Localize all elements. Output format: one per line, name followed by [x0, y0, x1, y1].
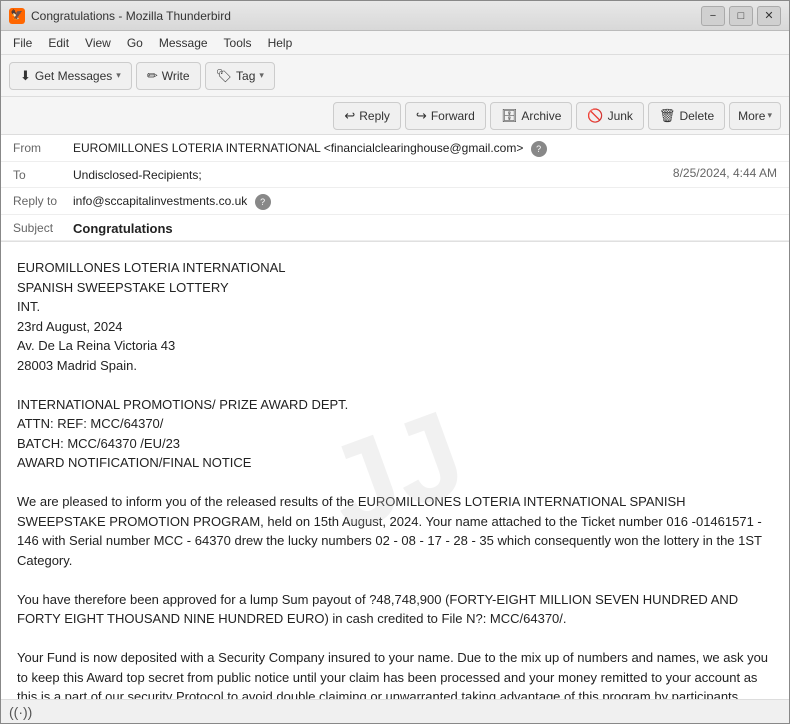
to-label: To: [13, 166, 73, 182]
menu-tools[interactable]: Tools: [216, 34, 260, 52]
security-icon-from[interactable]: ?: [531, 141, 547, 157]
archive-icon: 🗄: [501, 108, 518, 124]
app-icon: 🦅: [9, 8, 25, 24]
reply-to-row: Reply to info@sccapitalinvestments.co.uk…: [1, 188, 789, 215]
write-button[interactable]: ✏ Write: [136, 62, 201, 90]
security-icon-replyto[interactable]: ?: [255, 194, 271, 210]
reply-to-address: info@sccapitalinvestments.co.uk: [73, 194, 247, 208]
from-address: EUROMILLONES LOTERIA INTERNATIONAL <fina…: [73, 141, 523, 155]
tag-icon: 🏷: [216, 68, 233, 84]
titlebar: 🦅 Congratulations - Mozilla Thunderbird …: [1, 1, 789, 31]
forward-label: Forward: [431, 109, 475, 123]
connection-status-icon: ((·)): [9, 704, 32, 720]
from-value: EUROMILLONES LOTERIA INTERNATIONAL <fina…: [73, 139, 777, 157]
tag-label: Tag: [236, 69, 255, 83]
delete-label: Delete: [679, 109, 714, 123]
email-body: JJ EUROMILLONES LOTERIA INTERNATIONAL SP…: [1, 242, 789, 699]
junk-label: Junk: [608, 109, 633, 123]
menu-help[interactable]: Help: [260, 34, 301, 52]
from-row: From EUROMILLONES LOTERIA INTERNATIONAL …: [1, 135, 789, 162]
get-messages-icon: ⬇: [20, 68, 31, 84]
subject-value: Congratulations: [73, 219, 777, 236]
close-button[interactable]: ✕: [757, 6, 781, 26]
get-messages-dropdown-icon: ▾: [116, 70, 121, 81]
window-controls: − □ ✕: [701, 6, 781, 26]
to-value: Undisclosed-Recipients;: [73, 166, 673, 182]
menu-message[interactable]: Message: [151, 34, 216, 52]
reply-icon: ↩: [344, 108, 355, 124]
write-icon: ✏: [147, 68, 158, 84]
to-row: To Undisclosed-Recipients; 8/25/2024, 4:…: [1, 162, 789, 188]
get-messages-label: Get Messages: [35, 69, 112, 83]
tag-button[interactable]: 🏷 Tag ▾: [205, 62, 275, 90]
junk-icon: 🚫: [587, 108, 603, 124]
reply-to-label: Reply to: [13, 192, 73, 208]
window-title: Congratulations - Mozilla Thunderbird: [31, 9, 701, 23]
forward-icon: ↪: [416, 108, 427, 124]
email-body-text: EUROMILLONES LOTERIA INTERNATIONAL SPANI…: [17, 258, 773, 699]
write-label: Write: [162, 69, 190, 83]
more-button[interactable]: More ▾: [729, 102, 781, 130]
menu-file[interactable]: File: [5, 34, 40, 52]
get-messages-button[interactable]: ⬇ Get Messages ▾: [9, 62, 132, 90]
archive-label: Archive: [521, 109, 561, 123]
maximize-button[interactable]: □: [729, 6, 753, 26]
more-dropdown-icon: ▾: [767, 110, 772, 121]
minimize-button[interactable]: −: [701, 6, 725, 26]
reply-to-value: info@sccapitalinvestments.co.uk ?: [73, 192, 777, 210]
archive-button[interactable]: 🗄 Archive: [490, 102, 573, 130]
more-label: More: [738, 109, 765, 123]
menu-edit[interactable]: Edit: [40, 34, 77, 52]
menu-go[interactable]: Go: [119, 34, 151, 52]
delete-icon: 🗑: [659, 108, 676, 124]
delete-button[interactable]: 🗑 Delete: [648, 102, 725, 130]
forward-button[interactable]: ↪ Forward: [405, 102, 486, 130]
subject-label: Subject: [13, 219, 73, 235]
toolbar: ⬇ Get Messages ▾ ✏ Write 🏷 Tag ▾: [1, 55, 789, 97]
statusbar: ((·)): [1, 699, 789, 723]
reply-button[interactable]: ↩ Reply: [333, 102, 401, 130]
email-date: 8/25/2024, 4:44 AM: [673, 166, 777, 180]
reply-label: Reply: [359, 109, 390, 123]
tag-dropdown-icon: ▾: [259, 70, 264, 81]
junk-button[interactable]: 🚫 Junk: [576, 102, 644, 130]
action-bar: ↩ Reply ↪ Forward 🗄 Archive 🚫 Junk 🗑 Del…: [1, 97, 789, 135]
email-header: From EUROMILLONES LOTERIA INTERNATIONAL …: [1, 135, 789, 242]
menubar: File Edit View Go Message Tools Help: [1, 31, 789, 55]
main-window: 🦅 Congratulations - Mozilla Thunderbird …: [0, 0, 790, 724]
from-label: From: [13, 139, 73, 155]
menu-view[interactable]: View: [77, 34, 119, 52]
subject-row: Subject Congratulations: [1, 215, 789, 241]
